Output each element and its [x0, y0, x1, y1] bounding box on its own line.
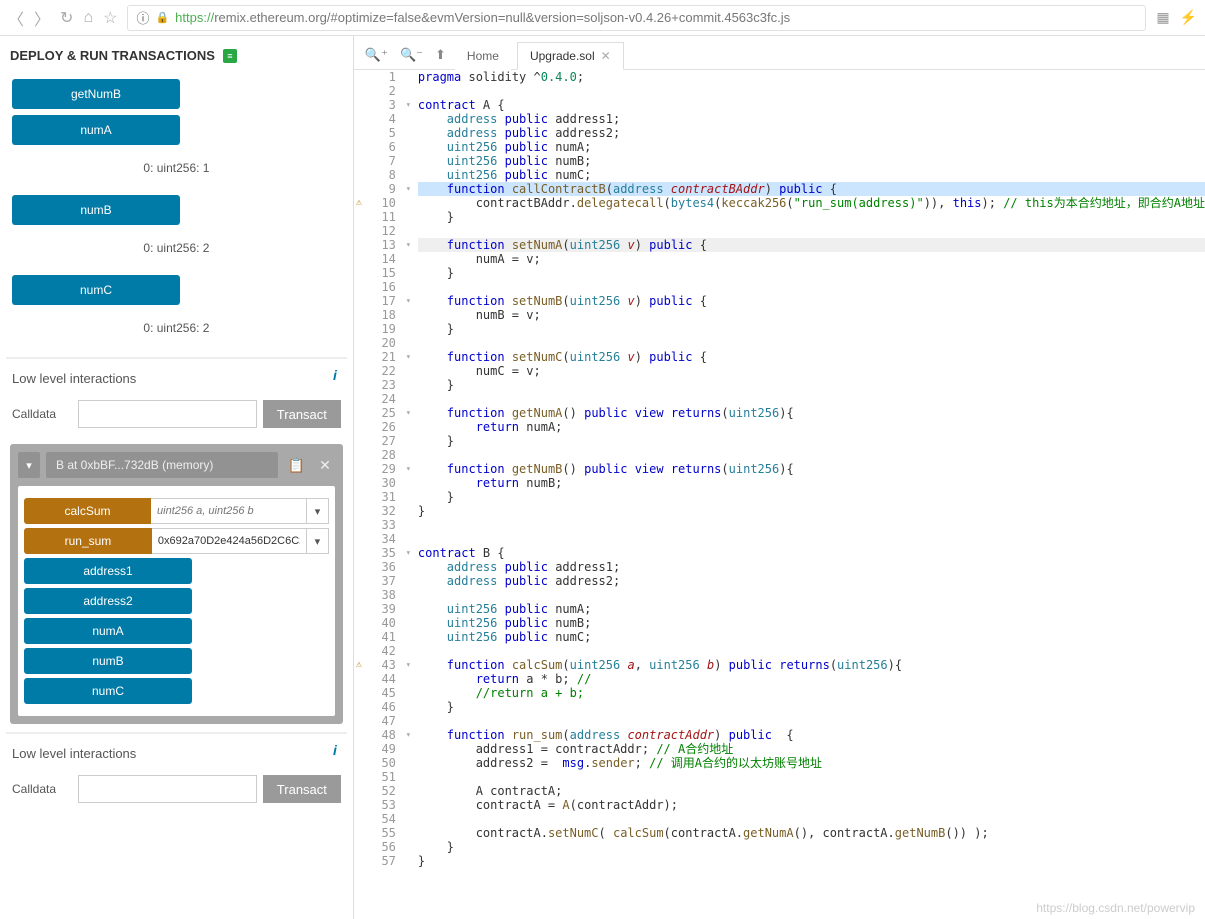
instance-name: B at 0xbBF...732dB (memory) — [46, 452, 278, 478]
fn-row-numa: numA — [24, 618, 329, 644]
tab-home[interactable]: Home — [455, 43, 511, 70]
fn-button-calcsum[interactable]: calcSum — [24, 498, 151, 524]
close-icon[interactable]: ✕ — [315, 457, 335, 474]
qr-icon[interactable]: ▦ — [1156, 9, 1169, 26]
chevron-down-icon[interactable]: ▾ — [307, 528, 329, 554]
deploy-run-panel: DEPLOY & RUN TRANSACTIONS ≡ getNumB numA 0… — [0, 36, 353, 919]
forward-icon[interactable]: 〉 — [34, 6, 50, 30]
fn-button-address1[interactable]: address1 — [24, 558, 192, 584]
fn-row-numc: numC — [24, 678, 329, 704]
transact-button[interactable]: Transact — [263, 400, 341, 428]
copy-icon[interactable]: 📋 — [284, 457, 309, 474]
calldata-label: Calldata — [12, 407, 72, 421]
fn-button-numb[interactable]: numB — [12, 195, 180, 225]
site-info-icon[interactable]: ⓘ — [136, 8, 149, 27]
chevron-down-icon[interactable]: ▾ — [307, 498, 329, 524]
fn-row-run_sum: run_sum ▾ — [24, 528, 329, 554]
panel-badge-icon: ≡ — [223, 49, 237, 63]
info-icon[interactable]: i — [333, 367, 337, 383]
tab-close-icon[interactable]: ✕ — [601, 49, 611, 63]
fn-button-numa[interactable]: numA — [24, 618, 192, 644]
low-level-interactions-b: i Low level interactions Calldata Transa… — [6, 732, 347, 809]
fn-row-numb: numB — [24, 648, 329, 674]
tab-upgrade-sol[interactable]: Upgrade.sol ✕ — [517, 42, 624, 70]
info-icon[interactable]: i — [333, 742, 337, 758]
code-editor[interactable]: ⚠⚠ 1234567891011121314151617181920212223… — [354, 70, 1205, 919]
fn-button-getnumb[interactable]: getNumB — [12, 79, 180, 109]
fn-input-run_sum[interactable] — [152, 528, 307, 554]
fn-button-numa[interactable]: numA — [12, 115, 180, 145]
low-level-title: Low level interactions — [12, 371, 341, 386]
contract-instance-b: ▾ B at 0xbBF...732dB (memory) 📋 ✕ calcSu… — [10, 444, 343, 724]
panel-title: DEPLOY & RUN TRANSACTIONS ≡ — [6, 48, 347, 73]
warning-icon[interactable]: ⚠ — [356, 196, 362, 210]
home-icon[interactable]: ⌂ — [83, 9, 93, 27]
bolt-icon[interactable]: ⚡ — [1180, 9, 1197, 26]
fn-result: 0: uint256: 1 — [6, 151, 347, 189]
tab-label: Upgrade.sol — [530, 49, 595, 63]
url-path: /#optimize=false&evmVersion=null&version… — [327, 10, 790, 25]
star-icon[interactable]: ☆ — [103, 8, 117, 28]
low-level-interactions-a: i Low level interactions Calldata Transa… — [6, 357, 347, 434]
panel-title-text: DEPLOY & RUN TRANSACTIONS — [10, 48, 215, 63]
transact-button[interactable]: Transact — [263, 775, 341, 803]
low-level-title: Low level interactions — [12, 746, 341, 761]
fn-input-calcsum[interactable] — [151, 498, 307, 524]
fn-button-numb[interactable]: numB — [24, 648, 192, 674]
expand-toggle[interactable]: ▾ — [18, 452, 40, 478]
fn-result: 0: uint256: 2 — [6, 231, 347, 269]
zoom-in-icon[interactable]: 🔍⁺ — [362, 41, 391, 69]
url-protocol: https:// — [175, 10, 214, 25]
lock-icon: 🔒 — [155, 11, 169, 24]
fn-row-address1: address1 — [24, 558, 329, 584]
editor-toolbar: 🔍⁺ 🔍⁻ ⬆ Home Upgrade.sol ✕ — [354, 36, 1205, 70]
calldata-input[interactable] — [78, 400, 257, 428]
fn-button-address2[interactable]: address2 — [24, 588, 192, 614]
reload-icon[interactable]: ↻ — [60, 8, 73, 28]
fn-button-numc[interactable]: numC — [12, 275, 180, 305]
push-icon[interactable]: ⬆ — [432, 41, 449, 69]
browser-toolbar: 〈 〉 ↻ ⌂ ☆ ⓘ 🔒 https://remix.ethereum.org… — [0, 0, 1205, 36]
fn-button-run_sum[interactable]: run_sum — [24, 528, 152, 554]
fn-row-calcsum: calcSum ▾ — [24, 498, 329, 524]
warning-icon[interactable]: ⚠ — [356, 658, 362, 672]
fn-result: 0: uint256: 2 — [6, 311, 347, 349]
watermark: https://blog.csdn.net/powervip — [1036, 901, 1195, 915]
back-icon[interactable]: 〈 — [8, 6, 24, 30]
zoom-out-icon[interactable]: 🔍⁻ — [397, 41, 426, 69]
calldata-input[interactable] — [78, 775, 257, 803]
fn-row-address2: address2 — [24, 588, 329, 614]
url-host: remix.ethereum.org — [214, 10, 327, 25]
calldata-label: Calldata — [12, 782, 72, 796]
url-bar[interactable]: ⓘ 🔒 https://remix.ethereum.org/#optimize… — [127, 5, 1146, 31]
fn-button-numc[interactable]: numC — [24, 678, 192, 704]
editor-area: 🔍⁺ 🔍⁻ ⬆ Home Upgrade.sol ✕ ⚠⚠ 1234567891… — [353, 36, 1205, 919]
